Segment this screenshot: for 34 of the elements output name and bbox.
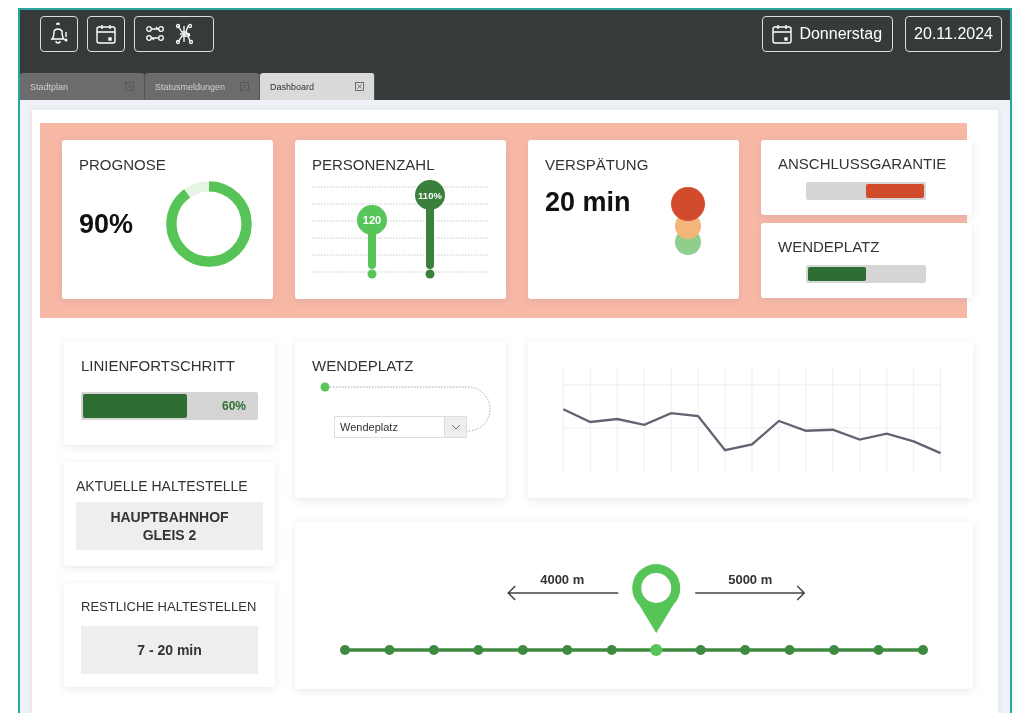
remaining-time: 7 - 20 min (137, 640, 202, 660)
tab[interactable]: Stadtplan (20, 73, 145, 100)
pin-label: 120 (362, 214, 382, 226)
select-field[interactable]: Wendeplatz (334, 416, 467, 438)
pin-label: 110% (418, 190, 442, 201)
card-title: LINIENFORTSCHRITT (81, 357, 236, 374)
bell-icon (48, 22, 70, 46)
progress-reading: 60% (221, 399, 246, 413)
card-title: PERSONENZAHL (312, 156, 436, 173)
distance-label: 5000 m (728, 572, 773, 587)
card-title: PROGNOSE (79, 156, 167, 173)
stop-name: GLEIS 2 (142, 526, 197, 545)
date-button[interactable]: 20.11.2024 (905, 16, 1002, 52)
card-title: AKTUELLE HALTESTELLE (76, 478, 249, 494)
bell-button[interactable] (40, 16, 78, 52)
card-title: ANSCHLUSSGARANTIE (778, 155, 948, 172)
calendar-button[interactable] (87, 16, 125, 52)
weekday-button[interactable]: Donnerstag (762, 16, 894, 52)
chevron-down-icon (450, 424, 461, 430)
card-title: WENDEPLATZ (312, 357, 415, 374)
network-tools-button[interactable] (134, 16, 214, 52)
stop-name: HAUPTBAHNHOF (110, 507, 229, 526)
forecast-value: 90% (79, 208, 134, 240)
distance-label: 4000 m (540, 572, 585, 587)
calendar-icon (771, 23, 794, 45)
close-icon[interactable] (355, 82, 364, 91)
card-title: RESTLICHE HALTESTELLEN (81, 599, 258, 614)
card-title: WENDEPLATZ (778, 238, 881, 255)
card-title: VERSPÄTUNG (545, 156, 650, 173)
tab[interactable]: Dashboard (260, 73, 375, 100)
delay-value: 20 min (545, 187, 631, 218)
calendar-icon (95, 23, 117, 45)
tab[interactable]: Statusmeldungen (145, 73, 260, 100)
location-pin-icon (632, 564, 681, 633)
